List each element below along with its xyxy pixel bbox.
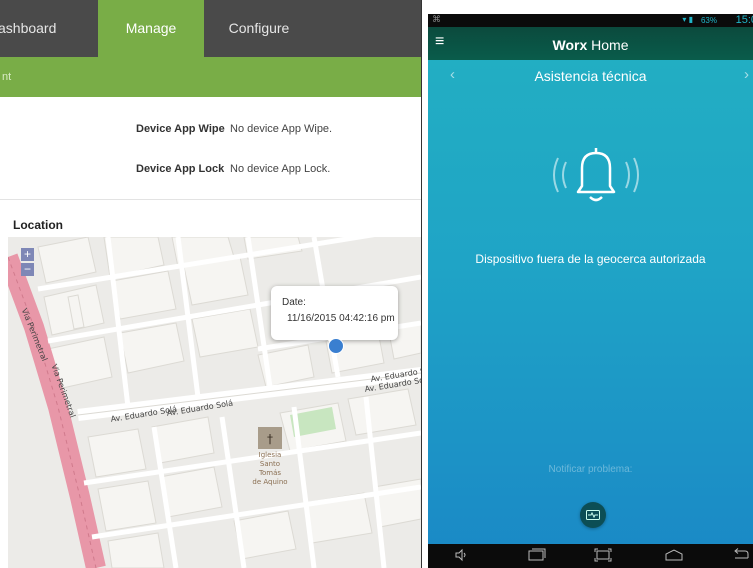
wifi-icon: ▾ ▮ [682,15,693,24]
device-app-wipe-label: Device App Wipe [136,123,225,135]
device-app-lock-value: No device App Lock. [230,163,331,175]
system-navigation-bar [428,544,753,568]
tab-manage[interactable]: Manage [98,0,204,57]
app-title-suffix: Home [587,37,629,53]
status-time: 15:0 [735,14,753,26]
notify-problem-button[interactable] [580,502,606,528]
mobile-app-panel: ⌘ ▾ ▮ 63% 15:0 ≡ Worx Home ‹ Asistencia … [428,14,753,568]
top-navigation: ashboard Manage Configure [0,0,421,57]
app-bar: ≡ Worx Home [428,27,753,60]
location-marker-icon[interactable] [328,338,344,354]
home-icon[interactable] [664,548,684,562]
sub-navigation-item[interactable]: nt [2,71,11,83]
app-title: Worx Home [428,37,753,53]
notify-label: Notificar problema: [548,464,633,475]
zoom-out-button[interactable]: − [21,263,34,276]
section-header: ‹ Asistencia técnica › [428,60,753,92]
location-map[interactable]: † + − Via Perimetral Via Perimetral Av. … [8,237,421,568]
zoom-in-button[interactable]: + [21,248,34,261]
app-title-brand: Worx [552,37,588,53]
church-label: Iglesia Santo Tomás de Aquino [252,451,288,486]
section-title: Asistencia técnica [534,68,647,84]
section-divider [0,199,421,200]
geofence-message: Dispositivo fuera de la geocerca autoriz… [475,252,706,266]
notification-icon: ⌘ [432,14,441,24]
location-popup: Date: 11/16/2015 04:42:16 pm [271,286,398,347]
location-heading: Location [13,218,63,232]
chevron-right-icon[interactable]: › [744,66,749,83]
svg-text:†: † [267,432,273,446]
volume-icon[interactable] [454,548,468,562]
device-app-wipe-value: No device App Wipe. [230,123,333,135]
recent-apps-icon[interactable] [528,548,546,562]
device-app-lock-label: Device App Lock [136,163,225,175]
sub-navigation-bar: nt [0,57,421,97]
tab-dashboard[interactable]: ashboard [0,0,98,57]
popup-date-value: 11/16/2015 04:42:16 pm [287,313,395,324]
status-bar: ⌘ ▾ ▮ 63% 15:0 [428,14,753,27]
web-console-panel: ashboard Manage Configure nt Device App … [0,0,422,568]
bell-icon [546,140,646,210]
screenshot-icon[interactable] [594,548,612,562]
popup-date-label: Date: [282,297,306,308]
pulse-icon [586,510,600,520]
tab-configure[interactable]: Configure [204,0,314,57]
back-icon[interactable] [732,548,750,562]
battery-level: 63% [700,16,717,25]
